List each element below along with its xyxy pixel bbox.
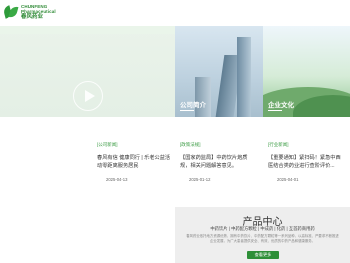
hero-top-band xyxy=(0,26,175,34)
product-center-description: 春风药业依托地方资源优势，拥有中药饮片、中药配方颗粒等一系列品种，以高标准、严要… xyxy=(186,234,339,243)
building-graphic xyxy=(195,77,211,117)
news-card[interactable]: [政策法规] 【国家药监局】中药饮片炮质规，相关问题解答意见。 2025-01-… xyxy=(175,117,263,207)
tile-corporate-culture[interactable]: 企业文化 xyxy=(263,26,350,117)
news-category: [政策法规] xyxy=(180,142,201,147)
news-category: [公司新闻] xyxy=(97,142,118,147)
news-date: 2025-01-12 xyxy=(189,177,211,182)
tile-culture-label: 企业文化 xyxy=(268,102,294,109)
news-date: 2025-04-13 xyxy=(106,177,128,182)
news-title[interactable]: 【重要通知】紧扫码！紧急中西医结合类药业进行查阶评价... xyxy=(268,154,343,170)
play-icon[interactable] xyxy=(73,81,103,111)
news-card[interactable]: [行业新闻] 【重要通知】紧扫码！紧急中西医结合类药业进行查阶评价... 202… xyxy=(263,117,350,207)
building-graphic xyxy=(237,37,251,117)
bottom-blank-panel xyxy=(0,207,175,263)
logo-text: CHUNFENG Pharmaceutical 春风药业 xyxy=(21,4,56,20)
news-category: [行业新闻] xyxy=(268,142,289,147)
tile-underline xyxy=(268,110,282,111)
site-header: CHUNFENG Pharmaceutical 春风药业 xyxy=(0,0,350,26)
news-date: 2025-04-01 xyxy=(277,177,299,182)
company-logo[interactable]: CHUNFENG Pharmaceutical 春风药业 xyxy=(2,4,56,20)
product-center-section: 产品中心 中药饮片 | 中药配方颗粒 | 中成药 | 化药 | 互首药商用药 春… xyxy=(175,207,350,263)
news-blank-panel xyxy=(0,117,92,207)
product-category-nav[interactable]: 中药饮片 | 中药配方颗粒 | 中成药 | 化药 | 互首药商用药 xyxy=(175,226,350,232)
view-more-button[interactable]: 查看更多 xyxy=(247,251,279,259)
tile-company-intro[interactable]: 公司简介 xyxy=(175,26,263,117)
news-title[interactable]: 春风有信 健康同行 | 乐老公益活动零距离服务居民 xyxy=(97,154,172,170)
news-card[interactable]: [公司新闻] 春风有信 健康同行 | 乐老公益活动零距离服务居民 2025-04… xyxy=(92,117,175,207)
tile-company-label: 公司简介 xyxy=(180,102,206,109)
logo-cn: 春风药业 xyxy=(21,14,44,20)
leaf-logo-icon xyxy=(2,5,19,19)
tile-underline xyxy=(180,110,194,111)
hero-video-panel[interactable] xyxy=(0,26,175,117)
news-title[interactable]: 【国家药监局】中药饮片炮质规，相关问题解答意见。 xyxy=(180,154,255,170)
